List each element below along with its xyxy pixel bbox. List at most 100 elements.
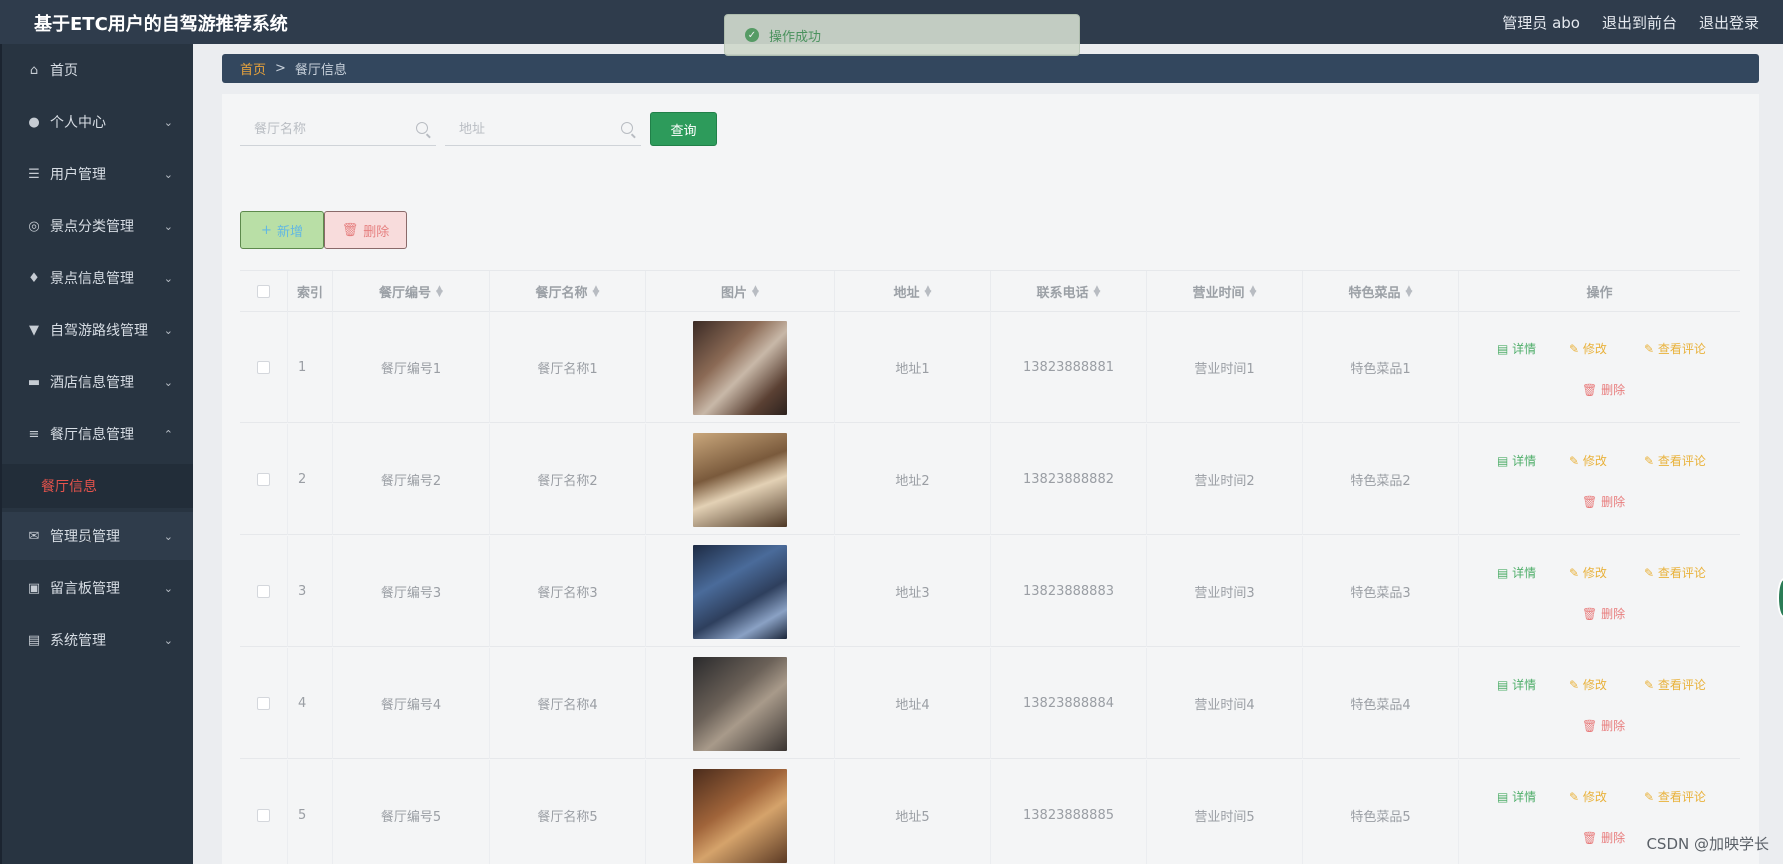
row-checkbox[interactable] [257,697,270,710]
detail-button[interactable]: ▤ 详情 [1497,564,1536,581]
sidebar-item-label: 个人中心 [50,115,106,131]
header-hours[interactable]: 营业时间 ▲ ▼ [1147,271,1303,312]
edit-label: 修改 [1582,454,1607,468]
chevron-down-icon: ⌄ [163,633,173,647]
mail-icon: ✉ [28,528,40,544]
edit-button[interactable]: ✎ 修改 [1569,788,1607,805]
row-hours: 营业时间5 [1147,760,1303,864]
header-code[interactable]: 餐厅编号 ▲ ▼ [333,271,490,312]
detail-label: 详情 [1512,566,1537,580]
edit-button[interactable]: ✎ 修改 [1569,340,1607,357]
app-title: 基于ETC用户的自驾游推荐系统 [34,14,288,35]
row-name: 餐厅名称4 [490,648,646,759]
sliders-icon: ≡ [28,426,40,442]
edit-button[interactable]: ✎ 修改 [1569,676,1607,693]
sidebar-item-scenic-info[interactable]: ♦ 景点信息管理 ⌄ [2,254,193,302]
view-reviews-button[interactable]: ✎ 查看评论 [1644,452,1706,469]
top-links: 管理员 abo 退出到前台 退出登录 [1502,12,1759,33]
row-index: 2 [288,424,333,535]
header-label: 餐厅名称 [535,286,588,301]
select-all-checkbox[interactable] [257,285,270,298]
sort-icon: ▲ ▼ [436,283,443,299]
restaurant-thumbnail[interactable] [693,320,787,415]
edit-label: 修改 [1582,678,1607,692]
sidebar-item-profile[interactable]: ● 个人中心 ⌄ [2,98,193,146]
sort-icon: ▲ ▼ [1405,283,1413,299]
table-row: 2 餐厅编号2 餐厅名称2 地址2 13823888882 营业时间2 特色菜品2 ▤ 详情 ✎… [240,424,1740,535]
detail-button[interactable]: ▤ 详情 [1497,676,1536,693]
sidebar-item-home[interactable]: ⌂ 首页 [2,46,193,94]
header-image[interactable]: 图片 ▲ ▼ [646,271,835,312]
row-checkbox[interactable] [257,809,270,822]
header-address[interactable]: 地址 ▲ ▼ [835,271,991,312]
row-code: 餐厅编号5 [333,760,490,864]
logout-link[interactable]: 退出登录 [1699,12,1759,33]
row-select-cell [240,312,288,423]
view-reviews-button[interactable]: ✎ 查看评论 [1644,676,1706,693]
sidebar-item-restaurants[interactable]: ≡ 餐厅信息管理 ⌃ [2,410,193,458]
restaurant-thumbnail[interactable] [693,656,787,751]
breadcrumb-separator: > [275,61,286,76]
detail-button[interactable]: ▤ 详情 [1497,340,1536,357]
row-address: 地址1 [835,312,991,423]
row-checkbox[interactable] [257,473,270,486]
header-label: 地址 [893,286,920,301]
batch-delete-button[interactable]: 🗑 删除 [324,211,407,249]
view-reviews-button[interactable]: ✎ 查看评论 [1644,340,1706,357]
delete-row-button[interactable]: 🗑 删除 [1582,605,1625,622]
sidebar-item-scenic-category[interactable]: ◎ 景点分类管理 ⌄ [2,202,193,250]
chevron-down-icon: ⌄ [163,219,173,233]
delete-label: 删除 [1601,719,1626,733]
edit-label: 修改 [1582,790,1607,804]
home-icon: ⌂ [29,62,39,78]
delete-row-button[interactable]: 🗑 删除 [1582,493,1625,510]
header-label: 营业时间 [1192,286,1245,301]
query-button[interactable]: 查询 [650,112,717,146]
edit-button[interactable]: ✎ 修改 [1569,564,1607,581]
header-name[interactable]: 餐厅名称 ▲ ▼ [490,271,646,312]
detail-button[interactable]: ▤ 详情 [1497,788,1536,805]
chevron-down-icon: ⌄ [163,271,173,285]
sidebar-item-users[interactable]: ☰ 用户管理 ⌄ [2,150,193,198]
exit-to-front-link[interactable]: 退出到前台 [1602,12,1677,33]
view-reviews-button[interactable]: ✎ 查看评论 [1644,564,1706,581]
sidebar-subitem-restaurant-info[interactable]: 餐厅信息 [2,464,193,508]
delete-row-button[interactable]: 🗑 删除 [1582,717,1625,734]
row-image-cell [646,648,835,759]
breadcrumb-home[interactable]: 首页 [240,59,266,78]
sidebar-item-hotels[interactable]: ▬ 酒店信息管理 ⌄ [2,358,193,406]
search-icon [621,122,633,134]
sidebar-item-system[interactable]: ▤ 系统管理 ⌄ [2,616,193,664]
row-checkbox[interactable] [257,585,270,598]
header-phone[interactable]: 联系电话 ▲ ▼ [991,271,1147,312]
review-label: 查看评论 [1657,678,1706,692]
trash-icon: 🗑 [341,222,359,238]
sidebar-item-label: 自驾游路线管理 [50,323,148,339]
sidebar-item-routes[interactable]: ▼ 自驾游路线管理 ⌄ [2,306,193,354]
row-checkbox[interactable] [257,361,270,374]
restaurant-thumbnail[interactable] [693,432,787,527]
watermark: CSDN @加映学长 [1646,835,1769,853]
edit-button[interactable]: ✎ 修改 [1569,452,1607,469]
delete-row-button[interactable]: 🗑 删除 [1582,381,1625,398]
address-input[interactable] [445,122,595,137]
restaurant-thumbnail[interactable] [693,768,787,863]
header-label: 图片 [721,286,748,301]
breadcrumb-current: 餐厅信息 [294,63,347,78]
detail-button[interactable]: ▤ 详情 [1497,452,1536,469]
sidebar-item-admins[interactable]: ✉ 管理员管理 ⌄ [2,512,193,560]
view-reviews-button[interactable]: ✎ 查看评论 [1644,788,1706,805]
row-actions: ▤ 详情 ✎ 修改 ✎ 查看评论 🗑 删除 [1459,312,1740,423]
sort-icon: ▲ ▼ [924,283,932,299]
sidebar-item-messages[interactable]: ▣ 留言板管理 ⌄ [2,564,193,612]
chevron-down-icon: ⌄ [163,167,173,181]
delete-row-button[interactable]: 🗑 删除 [1582,829,1625,846]
search-icon [416,122,428,134]
restaurant-thumbnail[interactable] [693,544,787,639]
add-button[interactable]: + 新增 [240,211,324,249]
main-content: 首页 > 餐厅信息 查询 + 新增 🗑 删除 索引 餐厅编号 ▲▼ 餐厅名称 ▲▼ [193,44,1783,864]
restaurant-name-input[interactable] [240,122,390,137]
table-row: 3 餐厅编号3 餐厅名称3 地址3 13823888883 营业时间3 特色菜品3 ▤ 详情 ✎… [240,536,1740,647]
compass-icon: ◎ [28,218,40,234]
header-dish[interactable]: 特色菜品 ▲ ▼ [1303,271,1459,312]
